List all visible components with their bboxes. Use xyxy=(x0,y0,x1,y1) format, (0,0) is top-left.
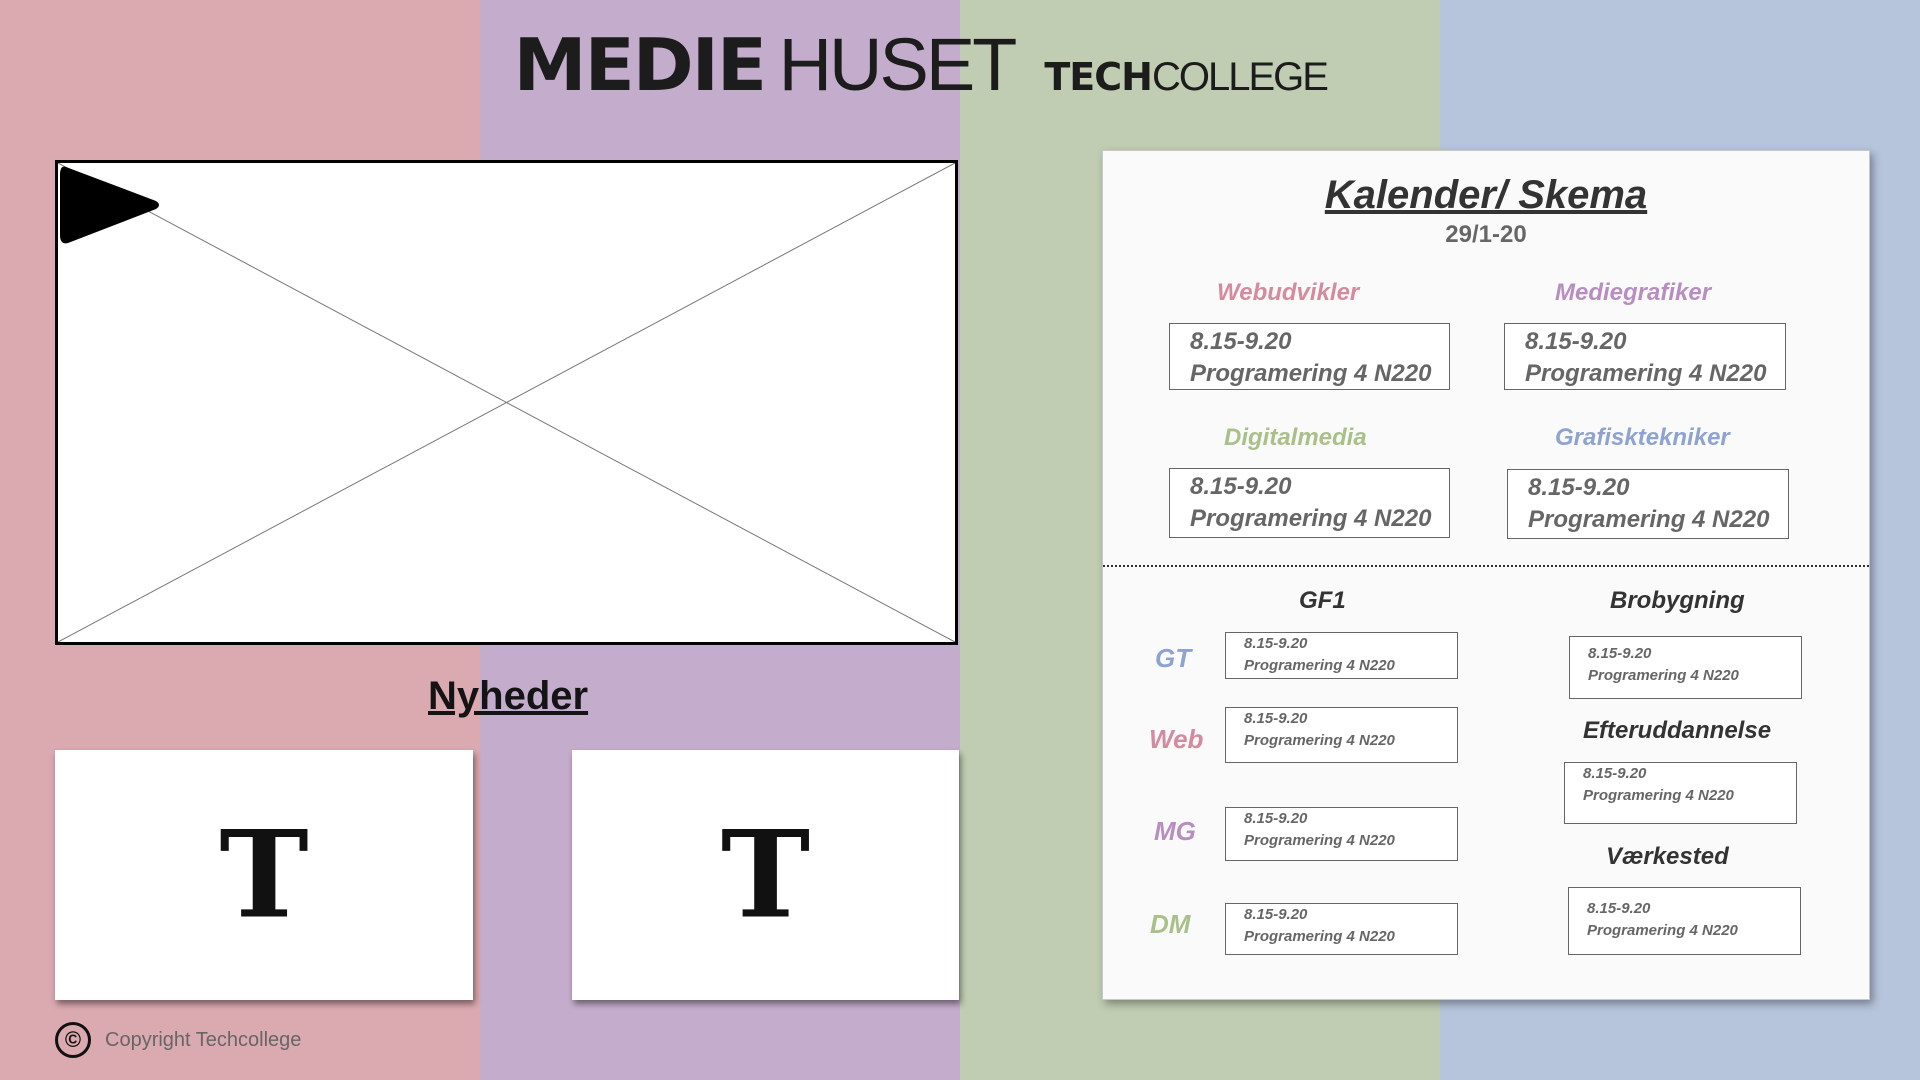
schedule-subject: Programering 4 N220 xyxy=(1583,787,1734,804)
schedule-time: 8.15-9.20 xyxy=(1190,328,1292,355)
section-divider xyxy=(1103,565,1869,567)
calendar-panel: Kalender/ Skema 29/1-20 Webudvikler 8.15… xyxy=(1102,150,1870,1000)
schedule-time: 8.15-9.20 xyxy=(1588,645,1652,662)
schedule-time: 8.15-9.20 xyxy=(1244,810,1308,827)
schedule-subject: Programering 4 N220 xyxy=(1587,922,1738,939)
schedule-time: 8.15-9.20 xyxy=(1587,900,1651,917)
schedule-time: 8.15-9.20 xyxy=(1244,635,1308,652)
text-placeholder-icon: T xyxy=(219,804,309,946)
gf1-heading: GF1 xyxy=(1299,587,1346,614)
logo-huset: HUSET xyxy=(778,23,1018,106)
schedule-box-gt[interactable]: 8.15-9.20 Programering 4 N220 xyxy=(1225,632,1458,679)
gf1-label-mg: MG xyxy=(1154,816,1196,846)
schedule-box-brobygning[interactable]: 8.15-9.20 Programering 4 N220 xyxy=(1569,636,1802,699)
schedule-box-mediegrafiker[interactable]: 8.15-9.20 Programering 4 N220 xyxy=(1504,323,1786,390)
gf1-label-web: Web xyxy=(1149,724,1204,754)
vaerkested-heading: Værkested xyxy=(1606,843,1729,870)
schedule-subject: Programering 4 N220 xyxy=(1528,506,1770,533)
schedule-time: 8.15-9.20 xyxy=(1244,710,1308,727)
schedule-subject: Programering 4 N220 xyxy=(1525,360,1767,387)
video-player[interactable] xyxy=(55,160,958,645)
brobygning-heading: Brobygning xyxy=(1610,587,1745,614)
copyright-footer: © Copyright Techcollege xyxy=(55,1022,301,1058)
schedule-subject: Programering 4 N220 xyxy=(1244,832,1395,849)
program-label-digitalmedia: Digitalmedia xyxy=(1224,424,1367,451)
schedule-time: 8.15-9.20 xyxy=(1190,473,1292,500)
site-logo[interactable]: MEDIE HUSET TECH COLLEGE xyxy=(514,22,1329,107)
schedule-subject: Programering 4 N220 xyxy=(1190,360,1432,387)
schedule-time: 8.15-9.20 xyxy=(1583,765,1647,782)
schedule-box-efteruddannelse[interactable]: 8.15-9.20 Programering 4 N220 xyxy=(1564,762,1797,824)
logo-tech: TECH xyxy=(1044,55,1153,99)
calendar-date: 29/1-20 xyxy=(1445,221,1527,248)
schedule-subject: Programering 4 N220 xyxy=(1244,928,1395,945)
schedule-subject: Programering 4 N220 xyxy=(1190,505,1432,532)
schedule-subject: Programering 4 N220 xyxy=(1244,732,1395,749)
news-card[interactable]: T xyxy=(572,750,959,1000)
schedule-box-digitalmedia[interactable]: 8.15-9.20 Programering 4 N220 xyxy=(1169,468,1450,538)
logo-college: COLLEGE xyxy=(1151,55,1329,99)
schedule-time: 8.15-9.20 xyxy=(1528,474,1630,501)
text-placeholder-icon: T xyxy=(720,804,811,946)
schedule-time: 8.15-9.20 xyxy=(1244,906,1308,923)
copyright-text: Copyright Techcollege xyxy=(105,1028,302,1051)
schedule-subject: Programering 4 N220 xyxy=(1244,657,1395,674)
schedule-box-grafisktekniker[interactable]: 8.15-9.20 Programering 4 N220 xyxy=(1507,469,1789,539)
news-heading: Nyheder xyxy=(428,674,589,718)
calendar-title: Kalender/ Skema xyxy=(1324,173,1648,217)
program-label-mediegrafiker: Mediegrafiker xyxy=(1555,279,1712,306)
news-card[interactable]: T xyxy=(55,750,473,1000)
schedule-box-webudvikler[interactable]: 8.15-9.20 Programering 4 N220 xyxy=(1169,323,1450,390)
schedule-box-dm[interactable]: 8.15-9.20 Programering 4 N220 xyxy=(1225,903,1458,955)
gf1-label-gt: GT xyxy=(1155,643,1192,673)
program-label-grafisktekniker: Grafisktekniker xyxy=(1555,424,1730,451)
gf1-label-dm: DM xyxy=(1150,909,1191,939)
schedule-box-vaerkested[interactable]: 8.15-9.20 Programering 4 N220 xyxy=(1568,887,1801,955)
efteruddannelse-heading: Efteruddannelse xyxy=(1583,717,1772,744)
schedule-subject: Programering 4 N220 xyxy=(1588,667,1739,684)
schedule-box-mg[interactable]: 8.15-9.20 Programering 4 N220 xyxy=(1225,807,1458,861)
logo-medie: MEDIE xyxy=(513,23,768,107)
video-placeholder-cross xyxy=(58,163,955,642)
schedule-box-web[interactable]: 8.15-9.20 Programering 4 N220 xyxy=(1225,707,1458,763)
copyright-icon: © xyxy=(55,1022,91,1058)
program-label-webudvikler: Webudvikler xyxy=(1217,279,1360,306)
schedule-time: 8.15-9.20 xyxy=(1525,328,1627,355)
play-icon[interactable] xyxy=(58,163,164,247)
